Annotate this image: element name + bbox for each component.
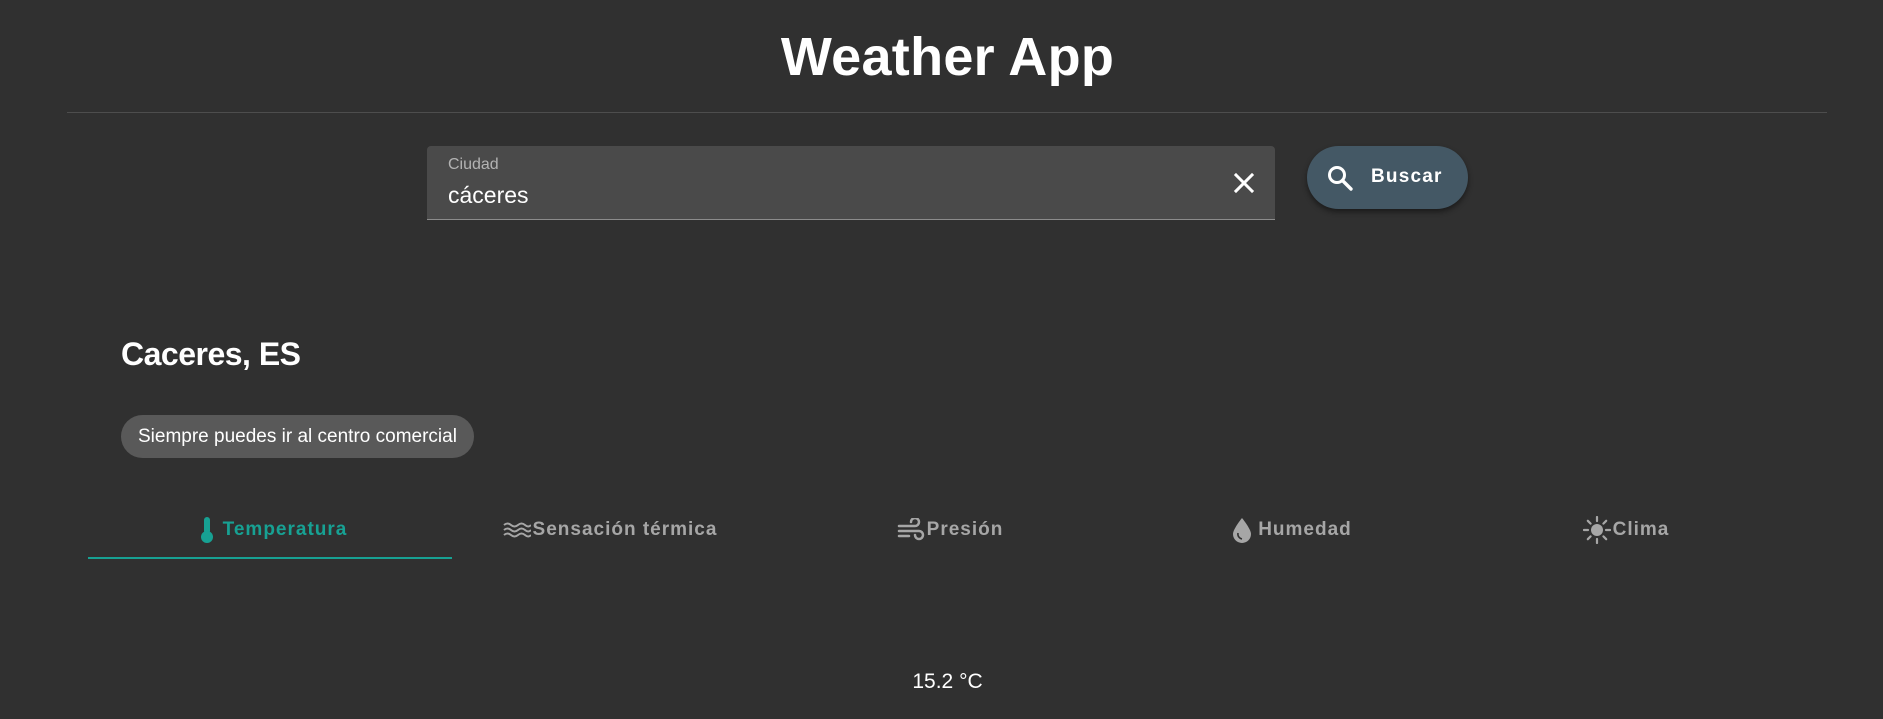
- tab-clima[interactable]: Clima: [1444, 500, 1808, 560]
- tab-presion[interactable]: Presión: [768, 500, 1132, 560]
- tab-temperatura[interactable]: Temperatura: [88, 500, 452, 560]
- tab-sensacion-termica[interactable]: Sensación térmica: [428, 500, 792, 560]
- thermometer-icon: [193, 516, 221, 544]
- tab-label: Clima: [1612, 519, 1670, 540]
- city-name: Caceres, ES: [121, 336, 301, 372]
- page-title: Weather App: [780, 27, 1115, 87]
- city-field-label: Ciudad: [448, 156, 499, 173]
- close-icon: [1233, 172, 1255, 194]
- weather-tabs: Temperatura Sensación térmica Presión Hu…: [88, 500, 1808, 560]
- water-drop-icon: [1228, 516, 1256, 544]
- city-input[interactable]: [448, 180, 1208, 210]
- search-button[interactable]: Buscar: [1307, 146, 1468, 209]
- wind-icon: [897, 516, 925, 544]
- city-search-field[interactable]: Ciudad: [427, 146, 1275, 220]
- search-button-label: Buscar: [1371, 166, 1443, 187]
- active-tab-indicator: [88, 557, 452, 559]
- search-icon: [1328, 166, 1353, 191]
- header-divider: [67, 112, 1827, 113]
- sun-icon: [1582, 516, 1611, 544]
- tab-humedad[interactable]: Humedad: [1108, 500, 1472, 560]
- tab-label: Humedad: [1258, 519, 1352, 540]
- clear-search-button[interactable]: [1227, 166, 1261, 200]
- tab-label: Sensación térmica: [532, 519, 718, 540]
- tab-label: Presión: [926, 519, 1004, 540]
- waves-icon: [502, 516, 531, 544]
- tab-label: Temperatura: [222, 519, 348, 540]
- weather-message-chip: Siempre puedes ir al centro comercial: [121, 415, 474, 458]
- temperature-value: 15.2 °C: [912, 670, 983, 693]
